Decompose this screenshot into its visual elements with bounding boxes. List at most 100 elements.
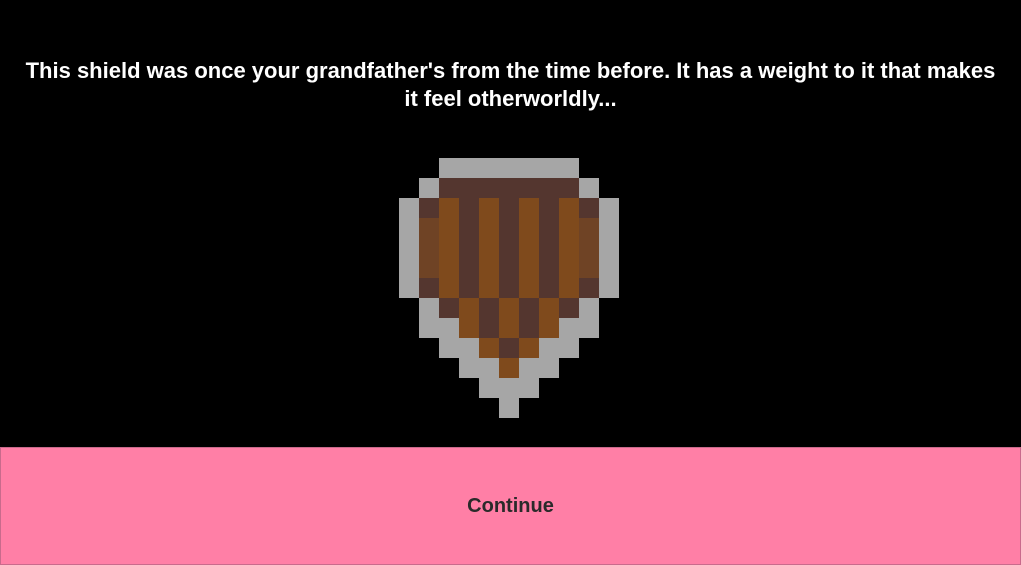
shield-pixel — [519, 218, 539, 238]
shield-pixel — [419, 218, 439, 238]
shield-pixel — [519, 298, 539, 318]
shield-pixel — [499, 218, 519, 238]
wooden-shield-icon — [399, 158, 619, 418]
shield-pixel — [499, 338, 519, 358]
shield-pixel — [579, 258, 599, 278]
shield-pixel — [499, 398, 519, 418]
shield-pixel — [539, 178, 559, 198]
shield-pixel — [499, 238, 519, 258]
shield-pixel — [399, 198, 419, 218]
shield-pixel — [539, 218, 559, 238]
shield-pixel — [519, 198, 539, 218]
shield-pixel — [559, 178, 579, 198]
shield-pixel — [439, 338, 459, 358]
shield-pixel — [499, 378, 519, 398]
shield-pixel — [459, 358, 479, 378]
shield-pixel — [559, 238, 579, 258]
shield-pixel — [479, 318, 499, 338]
shield-pixel — [479, 358, 499, 378]
shield-pixel — [459, 178, 479, 198]
shield-pixel — [519, 378, 539, 398]
shield-pixel — [479, 298, 499, 318]
shield-pixel — [459, 338, 479, 358]
shield-pixel — [499, 178, 519, 198]
shield-pixel — [519, 318, 539, 338]
shield-pixel — [539, 158, 559, 178]
shield-pixel — [479, 378, 499, 398]
shield-pixel — [539, 258, 559, 278]
continue-button[interactable]: Continue — [0, 447, 1021, 565]
shield-pixel — [439, 178, 459, 198]
shield-pixel — [479, 238, 499, 258]
shield-pixel — [419, 238, 439, 258]
shield-pixel — [559, 318, 579, 338]
shield-pixel — [499, 278, 519, 298]
shield-pixel — [539, 318, 559, 338]
shield-pixel — [519, 158, 539, 178]
shield-pixel — [419, 178, 439, 198]
shield-pixel — [579, 318, 599, 338]
shield-pixel — [479, 338, 499, 358]
shield-pixel — [479, 178, 499, 198]
shield-pixel — [559, 338, 579, 358]
continue-label: Continue — [467, 494, 554, 517]
shield-pixel — [399, 238, 419, 258]
shield-pixel — [539, 198, 559, 218]
shield-pixel — [399, 258, 419, 278]
shield-pixel — [439, 318, 459, 338]
shield-pixel — [419, 198, 439, 218]
shield-pixel — [419, 318, 439, 338]
shield-pixel — [519, 358, 539, 378]
game-screen: This shield was once your grandfather's … — [0, 0, 1021, 565]
shield-pixel — [579, 298, 599, 318]
shield-pixel — [559, 258, 579, 278]
shield-pixel — [499, 158, 519, 178]
shield-pixel — [419, 278, 439, 298]
shield-pixel — [599, 238, 619, 258]
shield-sprite — [399, 158, 619, 418]
shield-pixel — [599, 218, 619, 238]
shield-pixel — [439, 278, 459, 298]
shield-pixel — [439, 238, 459, 258]
shield-pixel — [499, 318, 519, 338]
shield-pixel — [419, 298, 439, 318]
shield-pixel — [439, 298, 459, 318]
shield-pixel — [439, 158, 459, 178]
shield-pixel — [479, 278, 499, 298]
shield-pixel — [499, 298, 519, 318]
shield-pixel — [459, 258, 479, 278]
shield-pixel — [539, 298, 559, 318]
shield-pixel — [519, 278, 539, 298]
shield-pixel — [539, 278, 559, 298]
shield-pixel — [419, 258, 439, 278]
shield-pixel — [459, 158, 479, 178]
shield-pixel — [479, 198, 499, 218]
shield-pixel — [539, 358, 559, 378]
shield-pixel — [439, 258, 459, 278]
shield-pixel — [599, 278, 619, 298]
shield-pixel — [599, 258, 619, 278]
shield-pixel — [499, 258, 519, 278]
shield-pixel — [519, 238, 539, 258]
shield-pixel — [459, 318, 479, 338]
shield-pixel — [459, 238, 479, 258]
shield-pixel — [559, 278, 579, 298]
dialog-message: This shield was once your grandfather's … — [25, 58, 996, 111]
shield-pixel — [459, 298, 479, 318]
shield-pixel — [399, 218, 419, 238]
shield-pixel — [499, 198, 519, 218]
shield-pixel — [459, 218, 479, 238]
shield-pixel — [559, 158, 579, 178]
shield-pixel — [519, 178, 539, 198]
shield-pixel — [539, 238, 559, 258]
shield-pixel — [519, 258, 539, 278]
shield-pixel — [399, 278, 419, 298]
shield-pixel — [579, 178, 599, 198]
shield-pixel — [559, 298, 579, 318]
shield-pixel — [479, 218, 499, 238]
shield-pixel — [459, 278, 479, 298]
shield-pixel — [539, 338, 559, 358]
shield-pixel — [479, 258, 499, 278]
shield-pixel — [439, 198, 459, 218]
shield-pixel — [519, 338, 539, 358]
